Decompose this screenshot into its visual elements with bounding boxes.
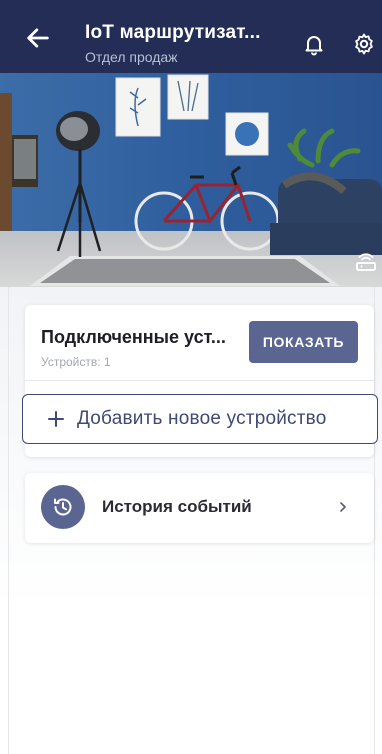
- gear-icon[interactable]: [352, 32, 376, 56]
- history-label: История событий: [102, 497, 252, 516]
- card-divider: [25, 380, 374, 381]
- devices-count: Устройств: 1: [41, 355, 111, 369]
- app-header: IoT маршрутизат... Отдел продаж: [0, 0, 382, 73]
- right-edge-line: [374, 287, 375, 754]
- room-photo: [0, 73, 382, 287]
- history-icon: [41, 485, 85, 529]
- bell-icon[interactable]: [302, 32, 326, 56]
- devices-title: Подключенные уст...: [41, 327, 226, 347]
- arrow-left-icon[interactable]: [24, 24, 52, 52]
- event-history-item[interactable]: История событий: [25, 473, 374, 543]
- add-device-label: Добавить новое устройство: [77, 408, 327, 429]
- add-device-button[interactable]: Добавить новое устройство: [22, 394, 378, 444]
- plus-icon: [48, 411, 64, 427]
- router-icon[interactable]: [354, 250, 378, 274]
- left-edge-line: [8, 287, 9, 754]
- page-subtitle: Отдел продаж: [85, 49, 178, 65]
- chevron-right-icon: [340, 502, 346, 512]
- page-title: IoT маршрутизат...: [85, 22, 261, 43]
- show-devices-button[interactable]: ПОКАЗАТЬ: [249, 321, 358, 363]
